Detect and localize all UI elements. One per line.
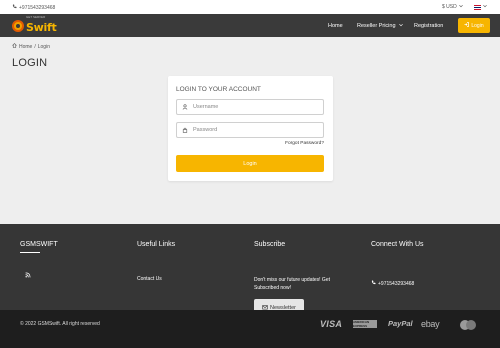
nav-registration[interactable]: Registration [414,14,443,37]
topbar-phone-number: +971543293468 [19,4,56,11]
breadcrumb-home[interactable]: Home [19,44,32,50]
password-input[interactable] [193,127,313,133]
rss-icon[interactable] [25,265,31,283]
paypal-icon: PayPal [388,319,413,328]
nav-home[interactable]: Home [328,14,343,37]
chevron-down-icon [398,23,403,29]
footer-link-contact[interactable]: Contact Us [137,276,162,282]
footer-connect-column: Connect With Us +971543293468 [371,241,424,287]
logo-tagline: GET SERVER [26,15,46,19]
subscribe-text: Don't miss our future updates! Get Subsc… [254,277,330,291]
footer-links-title: Useful Links [137,241,176,248]
username-field[interactable] [176,99,324,115]
page-title: LOGIN [12,57,48,69]
login-card: LOGIN TO YOUR ACCOUNT Forgot Password? L… [168,76,333,181]
login-card-title: LOGIN TO YOUR ACCOUNT [176,86,261,93]
nav-registration-label: Registration [414,22,444,29]
footer-phone-number: +971543293468 [378,280,415,287]
phone-icon [371,280,376,287]
breadcrumb-current: Login [37,43,50,50]
currency-selector[interactable]: $ USD [442,4,463,10]
uk-flag-icon [474,4,481,10]
home-icon[interactable] [12,43,17,50]
visa-icon: VISA [320,319,343,329]
chevron-down-icon [483,4,487,10]
footer-phone[interactable]: +971543293468 [371,280,414,287]
nav-reseller-pricing[interactable]: Reseller Pricing [357,14,403,37]
footer-subscribe-title: Subscribe [254,241,286,248]
footer-links-column: Useful Links Contact Us [137,241,176,282]
mastercard-icon [456,318,480,332]
login-submit-button[interactable]: Login [176,155,324,172]
bottom-bar: © 2022 GSMSwift. All right reserved VISA… [0,310,500,348]
copyright-text: © 2022 GSMSwift. All right reserved [20,321,100,327]
amex-icon: AMERICAN EXPRESS [353,320,377,328]
footer-brand-title: GSMSWIFT [20,241,58,248]
header-login-button[interactable]: Login [458,18,490,33]
nav-home-label: Home [328,22,343,29]
footer-subscribe-column: Subscribe Don't miss our future updates!… [254,241,330,316]
ebay-icon: ebay [421,319,440,329]
header-login-label: Login [471,22,484,29]
site-logo[interactable]: GET SERVER Swift [12,15,57,34]
nav-reseller-label: Reseller Pricing [357,22,396,29]
username-input[interactable] [193,104,313,110]
lock-icon [177,127,193,133]
currency-value: $ USD [442,4,457,10]
breadcrumb: Home / Login [12,43,50,50]
footer: GSMSWIFT Useful Links Contact Us Subscri… [0,224,500,316]
forgot-password-link[interactable]: Forgot Password? [285,141,324,146]
footer-connect-title: Connect With Us [371,241,424,248]
main-header: GET SERVER Swift Home Reseller Pricing R… [0,14,500,37]
heading-divider [20,252,40,253]
breadcrumb-separator: / [34,43,36,50]
logo-icon [12,19,24,32]
chevron-down-icon [458,4,463,10]
top-bar: +971543293468 $ USD [0,0,500,14]
login-icon [464,22,470,29]
password-field[interactable] [176,122,324,138]
topbar-phone[interactable]: +971543293468 [12,4,55,11]
footer-brand-column: GSMSWIFT [20,241,58,278]
logo-wordmark: Swift [26,21,57,34]
phone-icon [12,4,17,11]
user-icon [177,104,193,110]
language-selector[interactable] [474,4,487,10]
